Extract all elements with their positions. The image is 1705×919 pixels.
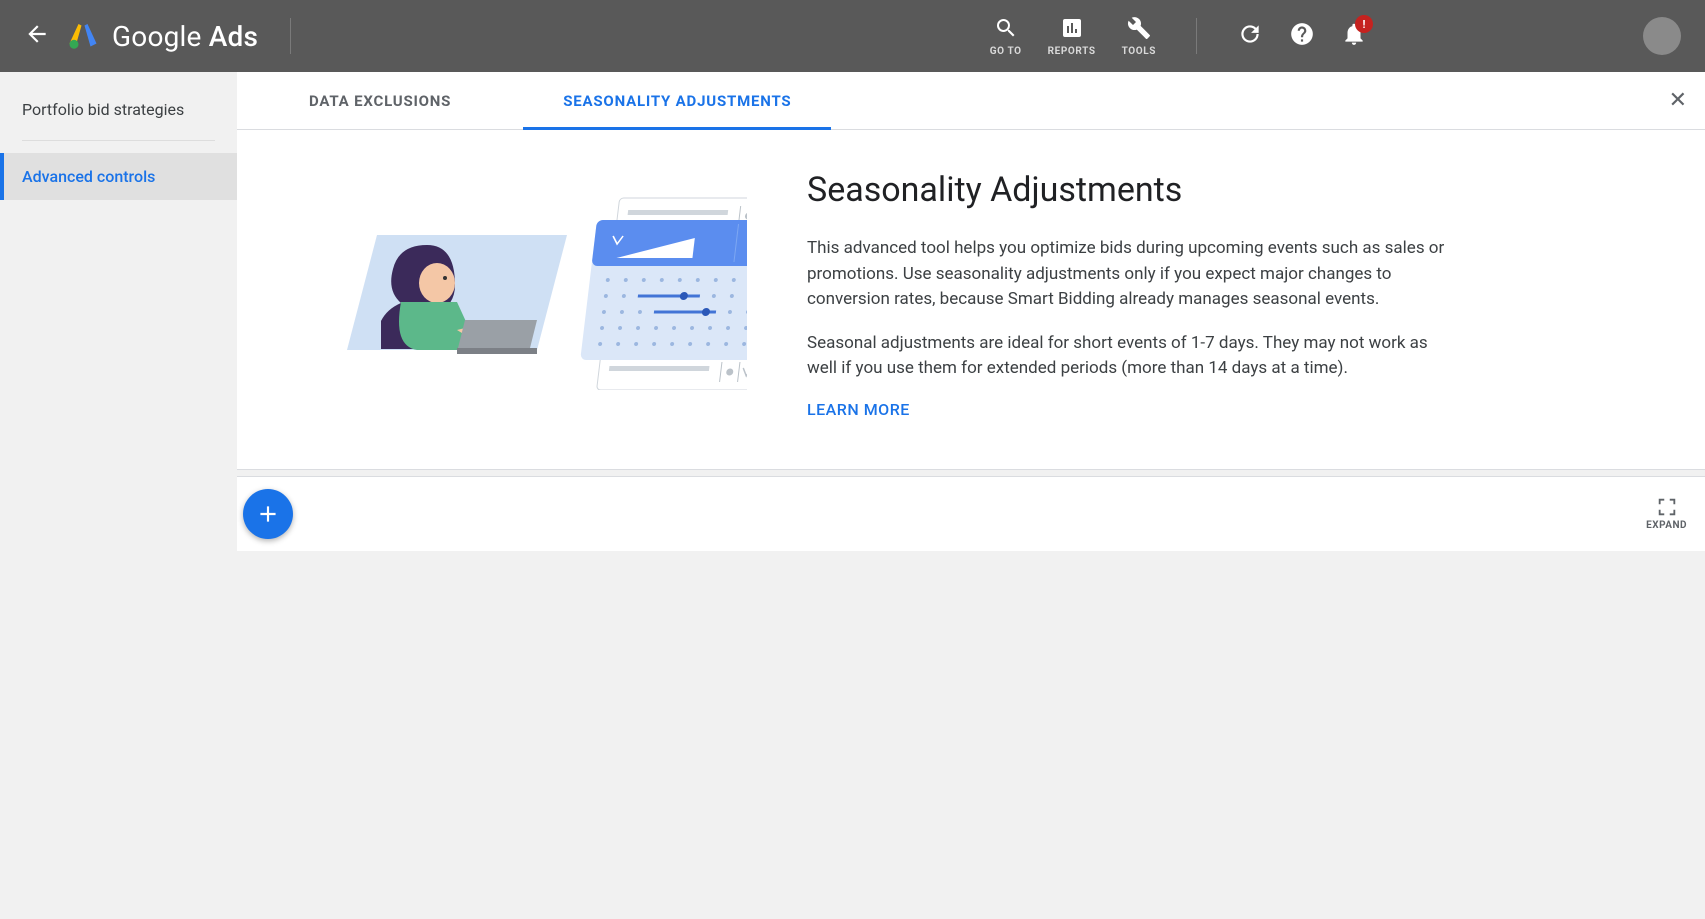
avatar[interactable]: [1643, 17, 1681, 55]
search-icon: [994, 16, 1018, 44]
refresh-icon: [1237, 21, 1263, 47]
tab-bar: DATA EXCLUSIONS SEASONALITY ADJUSTMENTS …: [237, 72, 1705, 130]
expand-label: EXPAND: [1646, 520, 1687, 531]
expand-icon: [1656, 496, 1678, 518]
goto-button[interactable]: GO TO: [990, 16, 1022, 57]
sidebar-item-portfolio[interactable]: Portfolio bid strategies: [0, 86, 237, 133]
action-bar: EXPAND: [237, 476, 1705, 551]
close-icon: ✕: [1669, 88, 1687, 113]
notifications-button[interactable]: !: [1341, 21, 1367, 51]
notification-badge: !: [1355, 15, 1373, 33]
logo[interactable]: Google Ads: [68, 20, 258, 53]
close-button[interactable]: ✕: [1669, 88, 1687, 113]
page-title: Seasonality Adjustments: [807, 170, 1447, 210]
tab-label: SEASONALITY ADJUSTMENTS: [563, 92, 791, 110]
tools-label: TOOLS: [1122, 46, 1156, 57]
intro-illustration: [307, 170, 747, 390]
reports-button[interactable]: REPORTS: [1048, 16, 1096, 57]
illustration-icon: [307, 170, 747, 390]
tools-button[interactable]: TOOLS: [1122, 16, 1156, 57]
sidebar-item-label: Portfolio bid strategies: [22, 100, 184, 119]
header-left: Google Ads: [24, 18, 305, 54]
tab-seasonality-adjustments[interactable]: SEASONALITY ADJUSTMENTS: [523, 72, 831, 129]
learn-more-link[interactable]: LEARN MORE: [807, 400, 910, 419]
layout: Portfolio bid strategies Advanced contro…: [0, 72, 1705, 919]
expand-button[interactable]: EXPAND: [1646, 496, 1687, 531]
sidebar-item-label: Advanced controls: [22, 167, 155, 186]
intro-card: Seasonality Adjustments This advanced to…: [237, 130, 1705, 470]
brand-text: Google Ads: [112, 20, 258, 53]
header-divider: [290, 18, 291, 54]
back-button[interactable]: [24, 21, 50, 51]
refresh-button[interactable]: [1237, 21, 1263, 51]
help-icon: [1289, 21, 1315, 47]
bar-chart-icon: [1060, 16, 1084, 44]
brand-google: Google: [112, 20, 202, 53]
header-right: GO TO REPORTS TOOLS !: [990, 16, 1681, 57]
sidebar-item-advanced-controls[interactable]: Advanced controls: [0, 153, 237, 200]
top-header: Google Ads GO TO REPORTS TOOLS !: [0, 0, 1705, 72]
goto-label: GO TO: [990, 46, 1022, 57]
add-button[interactable]: [243, 489, 293, 539]
help-button[interactable]: [1289, 21, 1315, 51]
brand-ads: Ads: [202, 20, 259, 53]
arrow-left-icon: [24, 21, 50, 47]
wrench-icon: [1127, 16, 1151, 44]
header-divider-2: [1196, 18, 1197, 54]
intro-paragraph-1: This advanced tool helps you optimize bi…: [807, 236, 1447, 313]
reports-label: REPORTS: [1048, 46, 1096, 57]
intro-paragraph-2: Seasonal adjustments are ideal for short…: [807, 331, 1447, 382]
tab-data-exclusions[interactable]: DATA EXCLUSIONS: [237, 72, 523, 129]
intro-text: Seasonality Adjustments This advanced to…: [807, 170, 1447, 419]
sidebar: Portfolio bid strategies Advanced contro…: [0, 72, 237, 919]
google-ads-logo-icon: [68, 21, 98, 51]
tab-label: DATA EXCLUSIONS: [309, 92, 451, 110]
main-area: DATA EXCLUSIONS SEASONALITY ADJUSTMENTS …: [237, 72, 1705, 919]
plus-icon: [255, 501, 281, 527]
